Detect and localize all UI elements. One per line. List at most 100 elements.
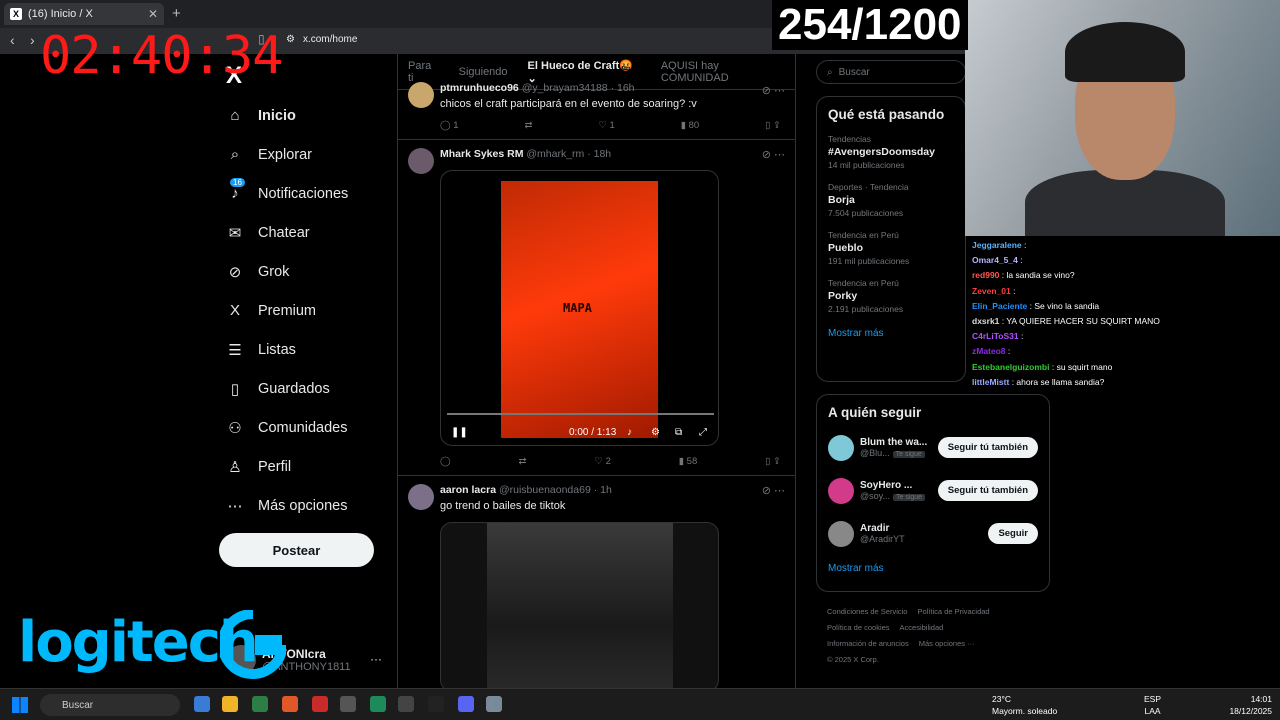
pip-icon[interactable]: ⧉ [675, 427, 682, 438]
sidebar-item-comunidades[interactable]: ⚇ Comunidades [226, 408, 348, 447]
reply-button[interactable]: ◯ 1 [440, 120, 459, 131]
app-icon[interactable] [398, 696, 414, 712]
footer-link[interactable]: Política de Privacidad [917, 607, 989, 616]
sidebar-item-inicio[interactable]: ⌂ Inicio [226, 96, 348, 135]
trend-item[interactable]: Tendencia en Perú Pueblo 191 mil publicaci… [817, 224, 965, 272]
chat-username[interactable]: Omar4_5_4 [972, 255, 1018, 265]
settings-icon[interactable]: ⚙ [651, 427, 660, 438]
avatar[interactable] [828, 477, 854, 504]
video-frame[interactable] [487, 523, 673, 688]
follow-name[interactable]: Blum the wa... [860, 437, 932, 448]
sidebar-item-perfil[interactable]: ♙ Perfil [226, 447, 348, 486]
close-tab-icon[interactable]: ✕ [148, 7, 158, 21]
site-info-icon[interactable]: ⚙ [286, 34, 295, 45]
reply-button[interactable]: ◯ [440, 456, 451, 467]
new-tab-button[interactable]: + [172, 5, 181, 22]
sidebar-item-grok[interactable]: ⊘ Grok [226, 252, 348, 291]
show-more-link[interactable]: Mostrar más [817, 320, 965, 347]
url-field[interactable]: ⚙ x.com/home [286, 34, 357, 45]
grok-icon[interactable]: ⊘ ⋯ [762, 148, 785, 161]
forward-icon[interactable]: › [30, 32, 35, 48]
chat-username[interactable]: Jeggaralene [972, 240, 1022, 250]
obs-icon[interactable] [340, 696, 356, 712]
footer-link[interactable]: Accesibilidad [900, 623, 944, 632]
avatar[interactable] [408, 148, 434, 174]
tab-siguiendo[interactable]: Siguiendo [449, 66, 518, 78]
grok-icon[interactable]: ⊘ ⋯ [762, 484, 785, 497]
follow-suggestion[interactable]: Blum the wa... @Blu... Te sigue Seguir tú t… [817, 426, 1049, 469]
video-player[interactable]: MAPA ❚❚ 0:00 / 1:13 ♪ ⚙ ⧉ ⤢ [440, 170, 719, 446]
repost-button[interactable]: ⇄ [519, 456, 527, 467]
footer-link[interactable]: Condiciones de Servicio [827, 607, 907, 616]
post-author[interactable]: Mhark Sykes RM [440, 148, 523, 160]
sidebar-item-premium[interactable]: X Premium [226, 291, 348, 330]
fullscreen-icon[interactable]: ⤢ [699, 427, 707, 438]
follow-button[interactable]: Seguir [988, 523, 1038, 544]
sidebar-item-chatear[interactable]: ✉ Chatear [226, 213, 348, 252]
post[interactable]: aaron lacra @ruisbuenaonda69 · 1h ⊘ ⋯ go… [398, 476, 795, 688]
views-button[interactable]: ▮ 58 [679, 456, 697, 467]
sidebar-item-notificaciones[interactable]: ♪ 16 Notificaciones [226, 174, 348, 213]
grok-icon[interactable]: ⊘ ⋯ [762, 84, 785, 97]
post-handle[interactable]: @y_brayam34188 · 16h [522, 82, 635, 94]
chat-username[interactable]: Elin_Paciente [972, 301, 1027, 311]
avatar[interactable] [828, 520, 854, 547]
follow-name[interactable]: Aradir [860, 523, 982, 534]
footer-link[interactable]: Información de anuncios [827, 639, 909, 648]
back-icon[interactable]: ‹ [10, 32, 15, 48]
post[interactable]: Mhark Sykes RM @mhark_rm · 18h ⊘ ⋯ MAPA … [398, 140, 795, 476]
discord-icon[interactable] [458, 696, 474, 712]
sidebar-item-explorar[interactable]: ⌕ Explorar [226, 135, 348, 174]
store-icon[interactable] [252, 696, 268, 712]
footer-link[interactable]: Política de cookies [827, 623, 890, 632]
chat-username[interactable]: dxsrk1 [972, 316, 999, 326]
avatar[interactable] [408, 82, 434, 108]
views-button[interactable]: ▮ 80 [681, 120, 699, 131]
chat-username[interactable]: Zeven_01 [972, 286, 1011, 296]
chat-username[interactable]: C4rLiToS31 [972, 331, 1019, 341]
post-author[interactable]: aaron lacra [440, 484, 496, 496]
like-button[interactable]: ♡ 1 [598, 120, 614, 131]
repost-button[interactable]: ⇄ [525, 120, 533, 131]
post[interactable]: ptmrunhueco96 @y_brayam34188 · 16h ⊘ ⋯ c… [398, 80, 795, 140]
browser-tab[interactable]: X (16) Inicio / X ✕ [4, 3, 164, 25]
notes-icon[interactable] [370, 696, 386, 712]
bookmark-button[interactable]: ▯ ⇪ [765, 456, 781, 467]
windows-start-icon[interactable] [12, 697, 28, 713]
follow-button[interactable]: Seguir tú también [937, 437, 1038, 458]
avatar[interactable] [828, 434, 854, 461]
follow-button[interactable]: Seguir tú también [937, 480, 1038, 501]
post-author[interactable]: ptmrunhueco96 [440, 82, 519, 94]
sidebar-item-más-opciones[interactable]: ⋯ Más opciones [226, 486, 348, 525]
footer-link[interactable]: Más opciones ··· [919, 639, 975, 648]
clock[interactable]: 14:01 18/12/2025 [1229, 693, 1272, 717]
file-explorer-icon[interactable] [222, 696, 238, 712]
sidebar-item-listas[interactable]: ☰ Listas [226, 330, 348, 369]
post-handle[interactable]: @mhark_rm · 18h [526, 148, 611, 160]
task-view-icon[interactable] [194, 696, 210, 712]
trend-item[interactable]: Tendencias #AvengersDoomsday 14 mil public… [817, 128, 965, 176]
search-input[interactable]: ⌕ Buscar [816, 60, 966, 84]
post-button[interactable]: Postear [219, 533, 374, 567]
video-player[interactable] [440, 522, 719, 688]
post-handle[interactable]: @ruisbuenaonda69 · 1h [499, 484, 612, 496]
sidebar-item-guardados[interactable]: ▯ Guardados [226, 369, 348, 408]
calculator-icon[interactable] [486, 696, 502, 712]
trend-item[interactable]: Tendencia en Perú Porky 2.191 publicacione… [817, 272, 965, 320]
bookmark-button[interactable]: ▯ ⇪ [765, 120, 781, 131]
chat-username[interactable]: zMateo8 [972, 346, 1006, 356]
more-options-icon[interactable]: ··· [370, 652, 382, 666]
follow-suggestion[interactable]: Aradir @AradirYT Seguir [817, 512, 1049, 555]
capcut-icon[interactable] [428, 696, 444, 712]
like-button[interactable]: ♡ 2 [594, 456, 610, 467]
input-language[interactable]: ESP LAA [1144, 693, 1161, 717]
volume-icon[interactable]: ♪ [627, 427, 632, 438]
pause-icon[interactable]: ❚❚ [451, 427, 468, 438]
app-icon[interactable] [312, 696, 328, 712]
show-more-link[interactable]: Mostrar más [817, 555, 1049, 582]
chat-username[interactable]: littleMistt [972, 377, 1009, 387]
weather-widget[interactable]: 23°C Mayorm. soleado [992, 693, 1057, 717]
video-progress[interactable] [447, 413, 714, 415]
trend-item[interactable]: Deportes · Tendencia Borja 7.504 publicaci… [817, 176, 965, 224]
avatar[interactable] [408, 484, 434, 510]
